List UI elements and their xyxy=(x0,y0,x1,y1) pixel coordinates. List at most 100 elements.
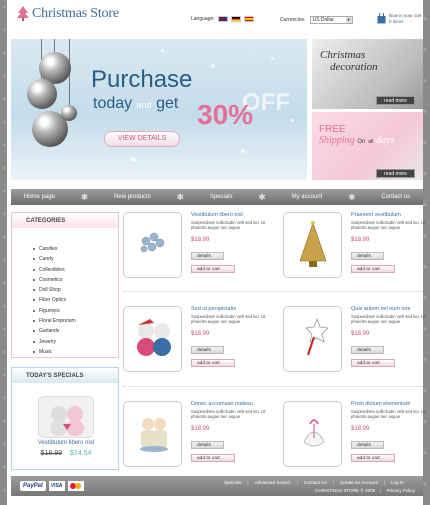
promo-decoration-title: Christmas decoration xyxy=(320,49,378,73)
spain-flag-icon[interactable] xyxy=(243,16,254,22)
product-title[interactable]: Vestibulum libero nisl xyxy=(191,212,243,218)
product-image[interactable] xyxy=(283,306,342,372)
currency-switcher: Currencies: US Dollar ▼ xyxy=(280,16,353,24)
banner-heading: Purchase xyxy=(91,66,193,93)
add-to-cart-button[interactable]: add to cart xyxy=(191,265,235,273)
shopping-bag-icon xyxy=(377,13,386,24)
category-item[interactable]: Floral Emporium xyxy=(33,318,118,328)
product-price: $18.99 xyxy=(191,331,210,337)
product-image[interactable] xyxy=(123,212,182,278)
product-image[interactable] xyxy=(283,212,342,278)
teddy-bears-image[interactable] xyxy=(38,396,94,438)
promo-decoration[interactable]: Christmas decoration read more xyxy=(312,39,423,109)
product-title[interactable]: Quis autem vel eum iure xyxy=(351,306,411,312)
divider xyxy=(123,386,423,387)
add-to-cart-button[interactable]: add to cart xyxy=(191,454,235,462)
product-price: $18.99 xyxy=(191,237,210,243)
uk-flag-icon[interactable] xyxy=(217,16,228,22)
snowflake-icon: ✱ xyxy=(258,191,266,202)
promo-free-shipping[interactable]: FREE Shipping On all days read more xyxy=(312,112,423,180)
product-title[interactable]: Sed ut perspiciatis xyxy=(191,306,236,312)
category-item[interactable]: Garlands xyxy=(33,328,118,338)
details-button[interactable]: details xyxy=(191,441,224,449)
category-item[interactable]: Collectibles xyxy=(33,267,118,277)
cart-items-count[interactable]: 0 items xyxy=(389,19,422,25)
details-button[interactable]: details xyxy=(191,346,224,354)
product-description: Suspendisse sollicitudin velit sed leo. … xyxy=(191,314,266,324)
copyright-text: CHRISTMAS STORE © 2006 xyxy=(315,488,376,493)
category-item[interactable]: Fiber Optics xyxy=(33,297,118,307)
product-title[interactable]: Praesent vestibulum xyxy=(351,212,401,218)
product-price: $18.99 xyxy=(191,426,210,432)
nav-contact-us[interactable]: Contact us xyxy=(381,194,410,200)
cart-summary[interactable]: Now in your cart 0 items xyxy=(377,13,422,25)
details-button[interactable]: details xyxy=(351,346,384,354)
product-description: Suspendisse sollicitudin velit sed leo. … xyxy=(191,409,266,419)
product-card: Praesent vestibulum Suspendisse sollicit… xyxy=(283,212,426,284)
category-item[interactable]: Cosmetics xyxy=(33,277,118,287)
details-button[interactable]: details xyxy=(191,252,224,260)
chevron-down-icon: ▼ xyxy=(345,17,352,23)
logo[interactable]: Christmas Store xyxy=(17,6,119,22)
paypal-logo: PayPal xyxy=(20,481,46,491)
category-item[interactable]: Candy xyxy=(33,256,118,266)
view-details-button[interactable]: VIEW DETAILS xyxy=(104,131,180,147)
footer-link-create-account[interactable]: Create an Account xyxy=(340,480,378,485)
add-to-cart-button[interactable]: add to cart xyxy=(351,265,395,273)
product-title[interactable]: Proin dictum elementum xyxy=(351,401,410,407)
snowflake-icon: ✱ xyxy=(176,191,185,202)
product-image[interactable] xyxy=(283,401,342,467)
special-product-name[interactable]: Vestibulum libero nisl xyxy=(12,440,120,446)
footer-link-advanced-search[interactable]: Advanced Search xyxy=(255,480,291,485)
add-to-cart-button[interactable]: add to cart xyxy=(351,359,395,367)
category-item[interactable]: Figurines xyxy=(33,308,118,318)
tree-icon xyxy=(17,6,29,21)
privacy-policy-link[interactable]: Privacy Policy xyxy=(386,488,415,493)
ornament-ball-icon xyxy=(61,105,77,121)
visa-logo: VISA xyxy=(48,481,65,491)
nav-new-products[interactable]: New products xyxy=(114,194,151,200)
snowflake-icon: ✱ xyxy=(80,191,89,202)
footer-link-specials[interactable]: Specials xyxy=(224,480,241,485)
mastercard-icon xyxy=(67,481,84,491)
category-item[interactable]: Candles xyxy=(33,246,118,256)
banner-percent: 30% xyxy=(197,99,254,130)
germany-flag-icon[interactable] xyxy=(230,16,241,22)
product-card: Sed ut perspiciatis Suspendisse sollicit… xyxy=(123,306,266,378)
specials-title: TODAY'S SPECIALS xyxy=(12,368,118,383)
category-item[interactable]: Doll Shop xyxy=(33,287,118,297)
add-to-cart-button[interactable]: add to cart xyxy=(191,359,235,367)
add-to-cart-button[interactable]: add to cart xyxy=(351,454,395,462)
logo-text: Christmas Store xyxy=(32,6,119,21)
footer-link-contact-us[interactable]: Contact Us xyxy=(304,480,327,485)
category-item[interactable]: Music xyxy=(33,349,118,359)
read-more-button[interactable]: read more xyxy=(376,169,415,178)
category-item[interactable]: Jewelry xyxy=(33,339,118,349)
divider xyxy=(123,291,423,292)
details-button[interactable]: details xyxy=(351,252,384,260)
product-card: Quis autem vel eum iure Suspendisse soll… xyxy=(283,306,425,378)
promo-shipping-title: FREE Shipping On all days xyxy=(319,124,395,146)
footer-links: Specials | Advanced Search | Contact Us … xyxy=(224,480,404,485)
product-price: $18.99 xyxy=(351,426,370,432)
product-price: $18.99 xyxy=(351,331,370,337)
language-switcher: Language: xyxy=(191,16,254,22)
nav-specials[interactable]: Specials xyxy=(210,194,233,200)
read-more-button[interactable]: read more xyxy=(376,96,415,105)
nav-home[interactable]: Home page xyxy=(24,194,55,200)
product-description: Suspendisse sollicitudin velit sed leo. … xyxy=(191,220,266,230)
nav-my-account[interactable]: My account xyxy=(292,194,323,200)
product-description: Suspendisse sollicitudin velit sed leo. … xyxy=(351,220,426,230)
snowflake-icon: ✱ xyxy=(348,191,356,202)
footer-link-log-in[interactable]: Log In xyxy=(391,480,404,485)
currency-value: US Dollar xyxy=(312,17,334,23)
product-title[interactable]: Donec accumsan malesu xyxy=(191,401,253,407)
product-card: Proin dictum elementum Suspendisse solli… xyxy=(283,401,426,473)
product-description: Suspendisse sollicitudin velit sed leo. … xyxy=(351,409,426,419)
currency-select[interactable]: US Dollar ▼ xyxy=(309,16,353,24)
new-price: $14.54 xyxy=(69,450,92,457)
category-list: Candles Candy Collectibles Cosmetics Dol… xyxy=(12,228,118,359)
product-image[interactable] xyxy=(123,401,182,467)
details-button[interactable]: details xyxy=(351,441,384,449)
product-image[interactable] xyxy=(123,306,182,372)
